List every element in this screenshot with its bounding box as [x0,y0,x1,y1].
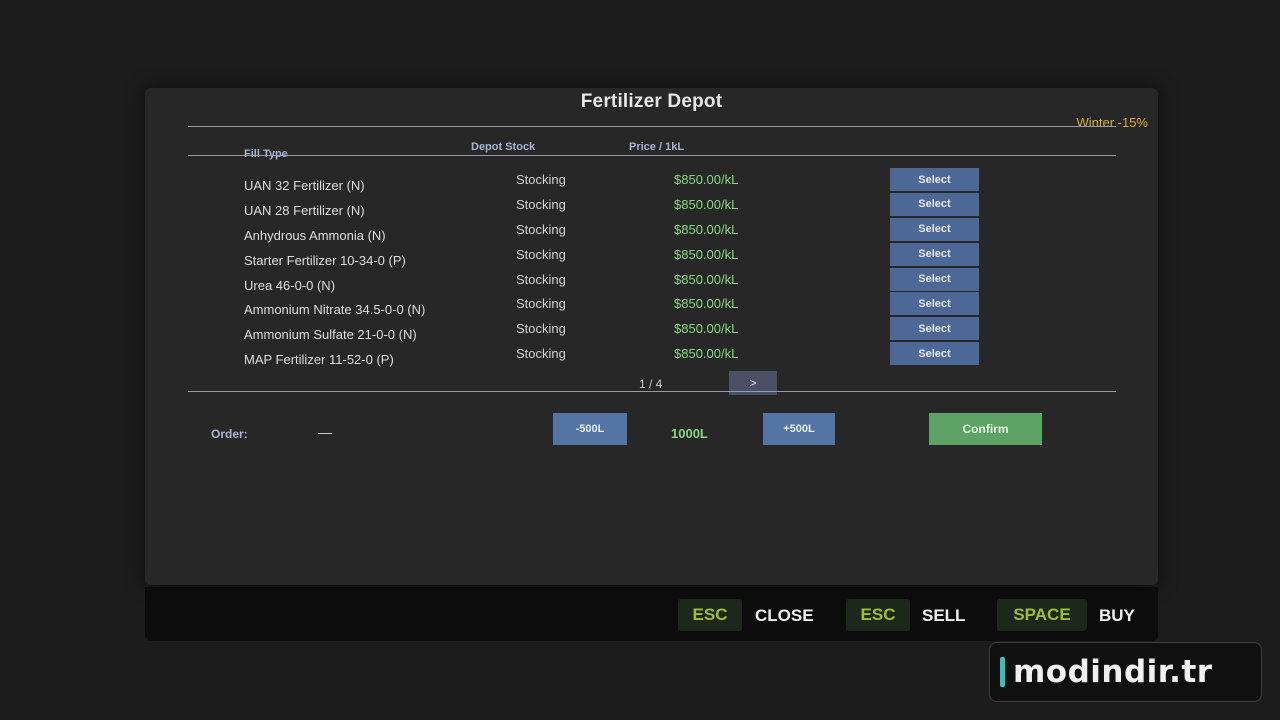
depot-stock-value: Stocking [516,172,566,187]
confirm-button[interactable]: Confirm [929,413,1042,445]
depot-stock-value: Stocking [516,196,566,212]
select-button[interactable]: Select [890,168,979,191]
fill-type-name: UAN 28 Fertilizer (N) [244,202,365,218]
order-label: Order: [211,427,248,441]
page-indicator: 1 / 4 [639,377,663,391]
column-header-price: Price / 1kL [629,141,685,153]
dialog-title: Fertilizer Depot [580,91,723,112]
column-header-depot-stock: Depot Stock [471,141,536,153]
fill-type-list: UAN 32 Fertilizer (N) Stocking $850.00/k… [145,168,1158,367]
depot-stock-value: Stocking [516,221,566,237]
select-button[interactable]: Select [890,242,979,266]
table-row: Ammonium Nitrate 34.5-0-0 (N) Stocking $… [145,292,1158,317]
depot-stock-value: Stocking [516,346,566,362]
price-value: $850.00/kL [674,196,739,212]
watermark-accent [1000,657,1005,687]
header-divider [188,155,1116,156]
fertilizer-depot-dialog: Fertilizer Depot Winter -15% Fill Type D… [145,88,1158,585]
depot-stock-value: Stocking [516,246,566,262]
table-row: Ammonium Sulfate 21-0-0 (N) Stocking $85… [145,317,1158,342]
select-button[interactable]: Select [890,317,979,341]
fill-type-name: Ammonium Sulfate 21-0-0 (N) [244,327,417,343]
order-quantity: 1000L [671,426,708,441]
table-row: Starter Fertilizer 10-34-0 (P) Stocking … [145,242,1158,268]
table-row: MAP Fertilizer 11-52-0 (P) Stocking $850… [145,342,1158,367]
fill-type-name: MAP Fertilizer 11-52-0 (P) [244,352,394,368]
table-row: UAN 32 Fertilizer (N) Stocking $850.00/k… [145,168,1158,193]
select-button[interactable]: Select [890,292,979,316]
price-value: $850.00/kL [674,221,739,237]
price-value: $850.00/kL [674,296,739,312]
fill-type-name: UAN 32 Fertilizer (N) [244,178,365,193]
depot-stock-value: Stocking [516,271,566,287]
price-value: $850.00/kL [674,346,739,362]
list-divider [188,391,1116,392]
depot-stock-value: Stocking [516,296,566,312]
decrease-quantity-button[interactable]: -500L [553,413,627,445]
close-action-label: CLOSE [755,606,814,625]
increase-quantity-button[interactable]: +500L [763,413,835,445]
fill-type-name: Anhydrous Ammonia (N) [244,227,386,243]
esc-key-hint[interactable]: ESC [678,599,742,631]
watermark-text: modindir.tr [1013,654,1213,690]
table-row: UAN 28 Fertilizer (N) Stocking $850.00/k… [145,192,1158,218]
price-value: $850.00/kL [674,271,739,287]
key-hint-bar: ESC CLOSE ESC SELL SPACE BUY [145,587,1158,641]
esc-key-hint[interactable]: ESC [846,599,910,631]
game-screen: Fertilizer Depot Winter -15% Fill Type D… [0,0,1280,720]
site-watermark: modindir.tr [989,642,1262,702]
fill-type-name: Ammonium Nitrate 34.5-0-0 (N) [244,302,426,318]
price-value: $850.00/kL [674,246,739,262]
select-button[interactable]: Select [890,267,979,291]
price-value: $850.00/kL [674,172,739,187]
table-row: Urea 46-0-0 (N) Stocking $850.00/kL Sele… [145,267,1158,293]
season-price-note: Winter -15% [1076,115,1148,130]
price-value: $850.00/kL [674,321,739,337]
space-key-hint[interactable]: SPACE [997,599,1087,631]
depot-stock-value: Stocking [516,321,566,337]
select-button[interactable]: Select [890,192,979,216]
fill-type-name: Starter Fertilizer 10-34-0 (P) [244,252,406,268]
title-divider [188,126,1116,127]
table-row: Anhydrous Ammonia (N) Stocking $850.00/k… [145,217,1158,243]
select-button[interactable]: Select [890,217,979,241]
sell-action-label: SELL [922,606,966,625]
fill-type-name: Urea 46-0-0 (N) [244,277,336,293]
column-header-fill-type: Fill Type [244,148,288,160]
buy-action-label: BUY [1099,606,1135,625]
order-value: — [318,424,332,440]
select-button[interactable]: Select [890,342,979,366]
